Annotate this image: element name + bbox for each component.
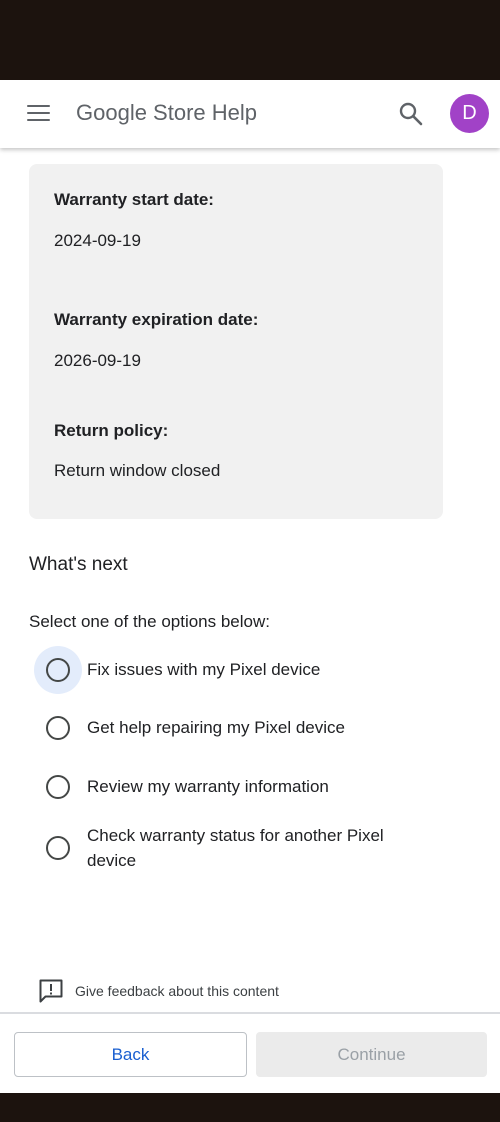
radio-button[interactable]: [34, 704, 82, 752]
option-label: Review my warranty information: [87, 777, 329, 796]
option-check-another-device[interactable]: Check warranty status for another Pixel …: [29, 823, 449, 877]
app-bar: Google Store Help D: [0, 80, 500, 148]
back-button[interactable]: Back: [14, 1032, 247, 1077]
warranty-start-value: 2024-09-19: [54, 231, 141, 250]
help-screen: Google Store Help D Warranty start date:…: [0, 80, 500, 1093]
return-policy-label: Return policy:: [54, 421, 169, 440]
option-fix-issues[interactable]: Fix issues with my Pixel device: [29, 646, 449, 694]
navigation-bar: [0, 1093, 500, 1122]
warranty-expiration-label: Warranty expiration date:: [54, 310, 259, 329]
action-bar: Back Continue: [0, 1012, 500, 1093]
hamburger-menu-icon[interactable]: [27, 105, 51, 123]
radio-button[interactable]: [34, 824, 82, 872]
warranty-expiration-value: 2026-09-19: [54, 351, 141, 370]
feedback-icon: [38, 978, 64, 1004]
option-label: Get help repairing my Pixel device: [87, 718, 345, 737]
return-policy-value: Return window closed: [54, 461, 221, 480]
radio-button[interactable]: [34, 763, 82, 811]
page-title: Google Store Help: [76, 100, 257, 125]
radio-button[interactable]: [34, 646, 82, 694]
radio-circle-icon: [46, 658, 70, 682]
option-get-repair-help[interactable]: Get help repairing my Pixel device: [29, 704, 449, 752]
option-review-warranty[interactable]: Review my warranty information: [29, 763, 449, 811]
feedback-label: Give feedback about this content: [75, 983, 279, 999]
radio-circle-icon: [46, 775, 70, 799]
continue-button: Continue: [256, 1032, 487, 1077]
whats-next-heading: What's next: [29, 554, 128, 575]
warranty-start-label: Warranty start date:: [54, 190, 214, 209]
option-label: Fix issues with my Pixel device: [87, 660, 321, 679]
radio-circle-icon: [46, 836, 70, 860]
option-label: Check warranty status for another Pixel …: [87, 826, 384, 870]
status-bar: [0, 0, 500, 80]
search-icon[interactable]: [398, 101, 424, 127]
warranty-info-card: Warranty start date: 2024-09-19 Warranty…: [29, 164, 443, 519]
radio-circle-icon: [46, 716, 70, 740]
avatar[interactable]: D: [450, 94, 489, 133]
options-instructions: Select one of the options below:: [29, 612, 270, 631]
